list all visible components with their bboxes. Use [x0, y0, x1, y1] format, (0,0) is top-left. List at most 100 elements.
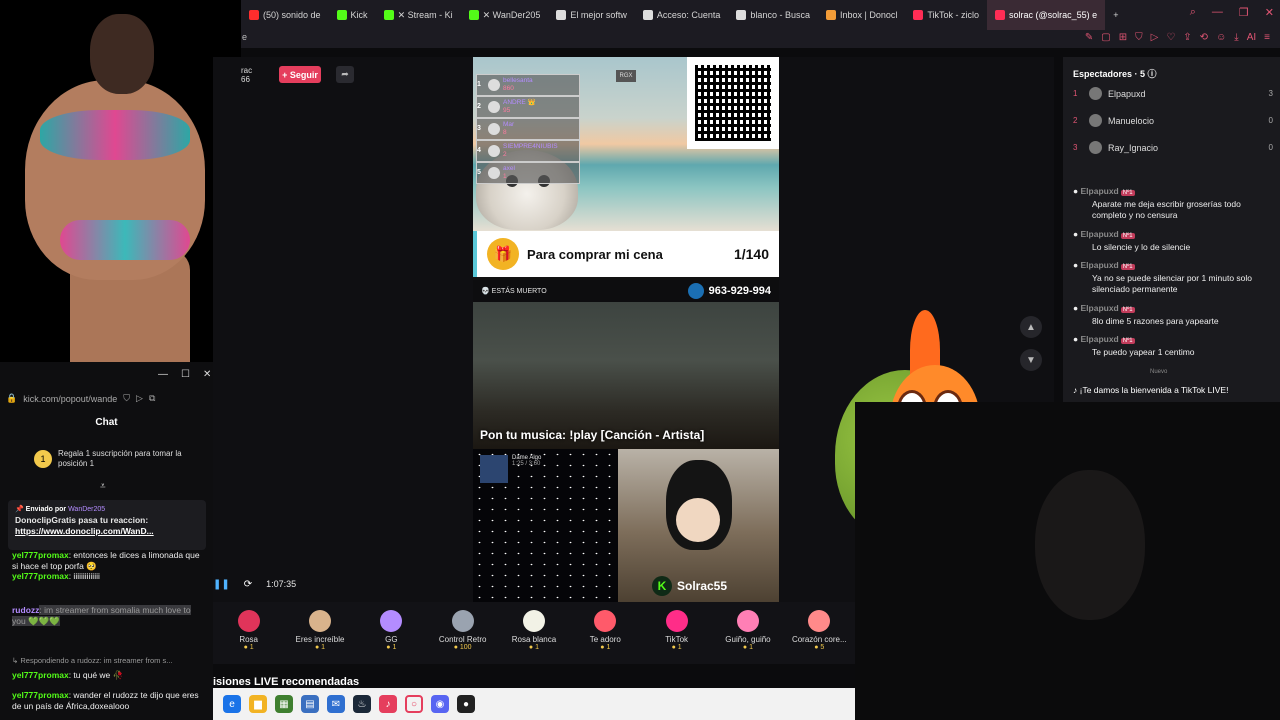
minecraft-icon[interactable]: ▦	[275, 695, 293, 713]
chat-username[interactable]: yel777promax	[12, 690, 69, 700]
browser-tab[interactable]: ✕ WanDer205	[461, 0, 549, 30]
chevron-down-icon[interactable]: ▼	[1020, 349, 1042, 371]
pinned-link[interactable]: https://www.donoclip.com/WanD...	[15, 526, 154, 536]
music-command: Pon tu musica: !play [Canción - Artista]	[480, 428, 705, 442]
leaderboard-points: 860	[503, 85, 514, 92]
chat-username[interactable]: rudozz	[12, 605, 39, 615]
reply-note: ↳ Respondiendo a rudozz: im streamer fro…	[12, 656, 173, 665]
maximize-icon[interactable]: ❐	[1239, 6, 1249, 19]
calculator-icon[interactable]: ▤	[301, 695, 319, 713]
avatar	[1089, 114, 1102, 127]
viewer-row[interactable]: 3 Ray_Ignacio 0	[1073, 141, 1273, 154]
chat-username[interactable]: yel777promax	[12, 571, 69, 581]
tab-favicon-icon	[825, 10, 836, 20]
browser-tab[interactable]: Acceso: Cuenta	[635, 0, 729, 30]
new-tab-button[interactable]: +	[1105, 0, 1126, 30]
chat-username[interactable]: Elpapuxd	[1081, 260, 1119, 270]
chat-username[interactable]: Elpapuxd	[1081, 186, 1119, 196]
gift-item[interactable]: Rosa blanca ● 1	[498, 610, 569, 651]
mail-icon[interactable]: ✉	[327, 695, 345, 713]
extension-icon[interactable]: ⧉	[149, 393, 155, 404]
download-icon[interactable]: ⤓	[1234, 32, 1238, 43]
gift-item[interactable]: Eres increíble ● 1	[284, 610, 355, 651]
shield-icon[interactable]: ⛉	[123, 393, 130, 404]
gift-item[interactable]: Corazón core... ● 5	[784, 610, 855, 651]
user-icon[interactable]: ☺	[1216, 32, 1226, 43]
browser-tab[interactable]: (50) sonido de	[241, 0, 329, 30]
chat-username[interactable]: Elpapuxd	[1081, 303, 1119, 313]
chat-username[interactable]: Elpapuxd	[1081, 334, 1119, 344]
gift-item[interactable]: Te adoro ● 1	[570, 610, 641, 651]
browser-tab[interactable]: Inbox | Donocl	[818, 0, 905, 30]
gift-item[interactable]: GG ● 1	[356, 610, 427, 651]
maximize-icon[interactable]: ☐	[181, 369, 190, 380]
viewer-name: Manuelocio	[1108, 115, 1155, 126]
lock-icon: 🔒	[6, 393, 18, 403]
heart-icon[interactable]: ♡	[1166, 32, 1175, 43]
edge-icon[interactable]: e	[223, 695, 241, 713]
refresh-icon[interactable]: ⟳	[244, 579, 252, 590]
gift-price-value: 1	[249, 644, 254, 651]
chevron-up-icon[interactable]: ▲	[1020, 316, 1042, 338]
history-icon[interactable]: ⟲	[1200, 32, 1208, 43]
chat-username[interactable]: yel777promax	[12, 550, 69, 560]
chat-title: Chat	[95, 417, 118, 428]
viewer-row[interactable]: 2 Manuelocio 0	[1073, 114, 1273, 127]
gift-item[interactable]: TikTok ● 1	[641, 610, 712, 651]
browser-taskbar-icon[interactable]: ○	[405, 695, 423, 713]
browser-tab[interactable]: blanco - Busca	[728, 0, 818, 30]
folder-icon[interactable]: ▆	[249, 695, 267, 713]
tiktok-studio-icon[interactable]: ♪	[379, 695, 397, 713]
gift-item[interactable]: Control Retro ● 100	[427, 610, 498, 651]
play-icon[interactable]: ▷	[136, 393, 143, 404]
chat-username[interactable]: Elpapuxd	[1081, 229, 1119, 239]
browser-toolbar: e ✎ ▢ ⊞ ⛉ ▷ ♡ ⇪ ⟲ ☺ ⤓ AI ≡	[241, 30, 1280, 48]
follow-button[interactable]: + Seguir	[279, 66, 321, 83]
gift-item[interactable]: Guiño, guiño ● 1	[712, 610, 783, 651]
info-icon[interactable]: ⓘ	[1148, 69, 1157, 79]
search-icon[interactable]: ⌕	[1190, 6, 1196, 19]
streamer-name[interactable]: rac	[241, 66, 252, 75]
browser-tab[interactable]: El mejor softw	[548, 0, 635, 30]
sub-rank-badge: 1	[34, 450, 52, 468]
steam-code: 963-929-994	[687, 283, 771, 299]
popout-address-bar[interactable]: 🔒 kick.com/popout/wande ⛉ ▷ ⧉	[6, 393, 206, 404]
close-icon[interactable]: ✕	[1265, 6, 1274, 19]
browser-tab[interactable]: ✕ Stream - Ki	[376, 0, 461, 30]
discord-icon[interactable]: ◉	[431, 695, 449, 713]
obs-icon[interactable]: ●	[457, 695, 475, 713]
share-button[interactable]: ➦	[336, 66, 354, 83]
screenshot-icon[interactable]: ▢	[1101, 32, 1110, 43]
chat-username[interactable]: yel777promax	[12, 670, 69, 680]
steam-taskbar-icon[interactable]: ♨	[353, 695, 371, 713]
pinned-message: 📌 Enviado por WanDer205 DonoclipGratis p…	[8, 500, 206, 550]
avatar	[1089, 141, 1102, 154]
play-icon[interactable]: ▷	[1151, 32, 1159, 43]
leaderboard-name: axel	[503, 165, 515, 172]
gift-price-value: 1	[535, 644, 540, 651]
share-icon[interactable]: ⇪	[1183, 32, 1191, 43]
viewer-row[interactable]: 1 Elpapuxd 3	[1073, 87, 1273, 100]
minimize-icon[interactable]: —	[158, 369, 168, 380]
sub-gift-note[interactable]: Regala 1 suscripción para tomar la posic…	[58, 449, 208, 469]
minimize-icon[interactable]: —	[1212, 6, 1223, 19]
leaderboard-rank: 2	[477, 103, 481, 110]
leaderboard-entry: bellesanta 860	[503, 77, 533, 93]
avatar: ●	[1073, 303, 1081, 313]
ai-label[interactable]: AI	[1247, 32, 1256, 43]
new-messages-label[interactable]: Nuevo	[1150, 369, 1167, 375]
browser-tab[interactable]: solrac (@solrac_55) e	[987, 0, 1106, 30]
gift-item[interactable]: Rosa ● 1	[213, 610, 284, 651]
streamer-count: 66	[241, 75, 250, 84]
menu-icon[interactable]: ≡	[1264, 32, 1270, 43]
collapse-icon[interactable]: ⩡	[100, 481, 106, 492]
close-icon[interactable]: ✕	[203, 369, 211, 380]
browser-tab[interactable]: Kick	[329, 0, 376, 30]
pause-icon[interactable]: ❚❚	[213, 579, 230, 590]
browser-tab[interactable]: TikTok - ziclo	[905, 0, 987, 30]
steam-icon	[687, 283, 704, 299]
track-time: 1:25 / 3:60	[512, 461, 541, 467]
shield-icon[interactable]: ⛉	[1135, 32, 1143, 43]
pin-icon[interactable]: ✎	[1085, 32, 1093, 43]
bookmark-icon[interactable]: ⊞	[1119, 32, 1127, 43]
